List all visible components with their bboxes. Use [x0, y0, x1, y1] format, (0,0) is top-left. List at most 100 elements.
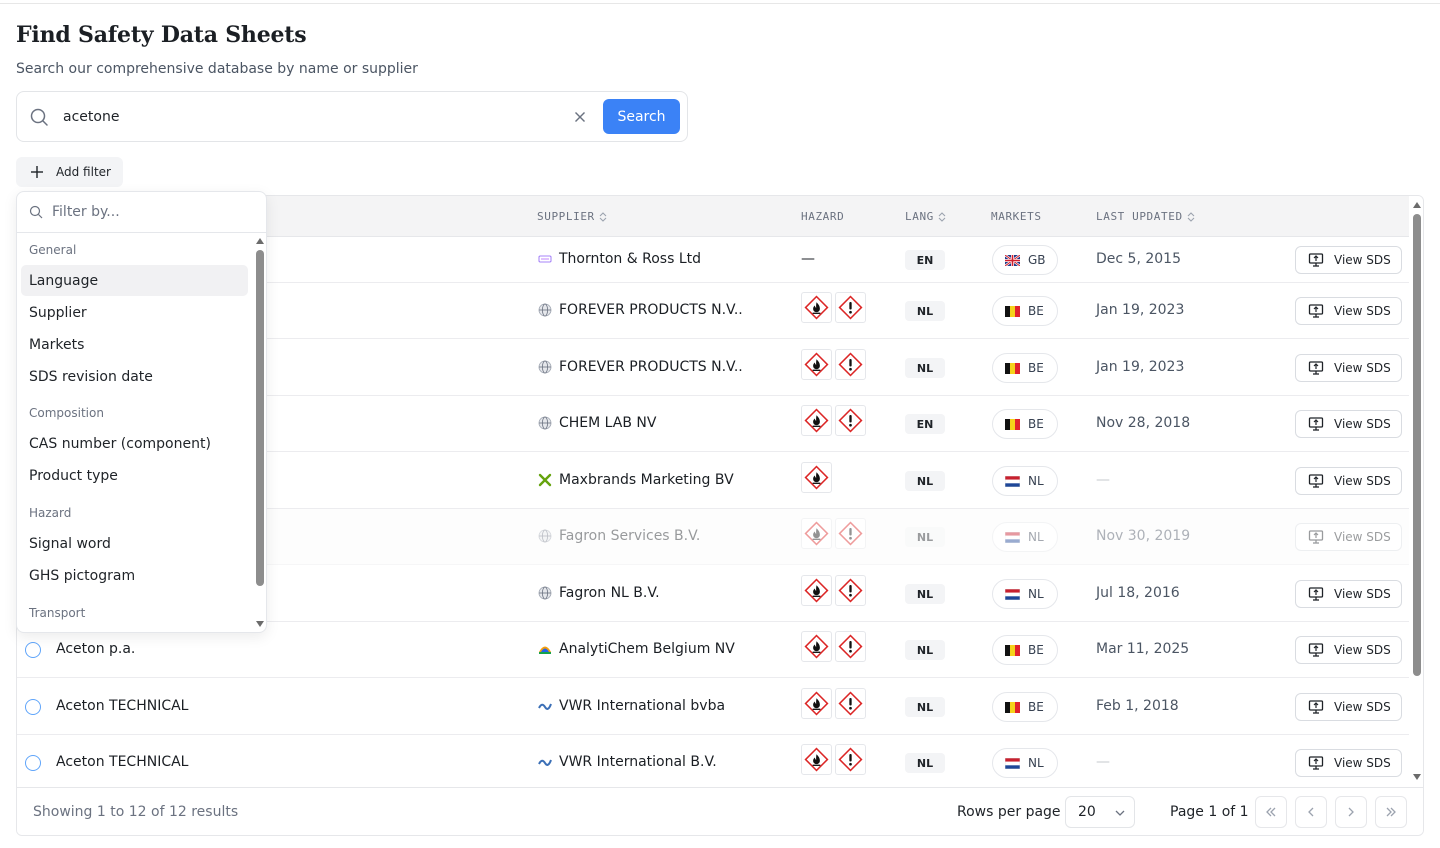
view-sds-button[interactable]: View SDS: [1295, 749, 1402, 777]
globe-logo: [538, 586, 552, 600]
language-badge: NL: [905, 471, 945, 491]
view-sds-button[interactable]: View SDS: [1295, 410, 1402, 438]
scroll-up-icon[interactable]: [1413, 202, 1421, 208]
ghs-exclamation-icon: [835, 575, 866, 606]
supplier-name: Maxbrands Marketing BV: [559, 472, 734, 488]
last-updated-date: Feb 1, 2018: [1096, 698, 1179, 714]
monitor-icon: [1308, 304, 1324, 318]
filter-group-label: Transport: [29, 606, 86, 620]
view-sds-label: View SDS: [1334, 417, 1391, 431]
view-sds-button[interactable]: View SDS: [1295, 580, 1402, 608]
column-header-lang[interactable]: LANG: [905, 210, 946, 223]
ghs-exclamation-icon: [835, 631, 866, 662]
chevron-right-icon: [1348, 807, 1354, 817]
market-badge: BE: [992, 635, 1058, 665]
filter-option-product-type[interactable]: Product type: [21, 460, 248, 491]
product-name[interactable]: Aceton TECHNICAL: [56, 754, 188, 770]
search-bar: Search: [16, 91, 688, 142]
table-footer: Showing 1 to 12 of 12 results Rows per p…: [17, 787, 1423, 835]
view-sds-button[interactable]: View SDS: [1295, 467, 1402, 495]
supplier-cell: AnalytiChem Belgium NV: [538, 641, 735, 657]
search-input[interactable]: [63, 102, 563, 132]
rows-per-page-value: 20: [1078, 804, 1096, 820]
view-sds-button[interactable]: View SDS: [1295, 693, 1402, 721]
filter-scrollbar[interactable]: [255, 236, 265, 630]
hazard-pictograms: [801, 405, 866, 436]
table-scrollbar[interactable]: [1410, 196, 1423, 786]
view-sds-button[interactable]: View SDS: [1295, 354, 1402, 382]
hazard-pictograms: [801, 575, 866, 606]
table-row[interactable]: Aceton TECHNICAL VWR International B.V. NL…: [17, 735, 1409, 791]
clear-icon[interactable]: [571, 108, 589, 126]
monitor-icon: [1308, 417, 1324, 431]
row-checkbox[interactable]: [25, 699, 41, 715]
ghs-flame-icon: [801, 688, 832, 719]
language-badge: NL: [905, 584, 945, 604]
filter-option-cas-number-component[interactable]: CAS number (component): [21, 428, 248, 459]
sort-icon: [1187, 211, 1195, 222]
next-page-button[interactable]: [1335, 796, 1367, 828]
view-sds-button[interactable]: View SDS: [1295, 246, 1402, 274]
sort-icon: [938, 211, 946, 222]
market-code: NL: [1028, 474, 1044, 488]
market-badge: BE: [992, 296, 1058, 326]
chevron-left-icon: [1308, 807, 1314, 817]
language-badge: EN: [905, 250, 945, 270]
view-sds-label: View SDS: [1334, 756, 1391, 770]
page-subtitle: Search our comprehensive database by nam…: [16, 61, 418, 77]
vwr-logo: [538, 755, 552, 769]
ghs-exclamation-icon: [835, 688, 866, 719]
view-sds-button[interactable]: View SDS: [1295, 523, 1402, 551]
plus-icon: [31, 166, 43, 178]
language-badge: NL: [905, 527, 945, 547]
view-sds-button[interactable]: View SDS: [1295, 636, 1402, 664]
search-button[interactable]: Search: [603, 99, 680, 134]
scrollbar-thumb[interactable]: [256, 250, 264, 586]
last-updated-date: —: [1096, 754, 1110, 770]
filter-option-supplier[interactable]: Supplier: [21, 297, 248, 328]
scroll-up-icon[interactable]: [256, 238, 264, 244]
market-badge: NL: [992, 466, 1058, 496]
hazard-pictograms: [801, 518, 866, 549]
view-sds-button[interactable]: View SDS: [1295, 297, 1402, 325]
scroll-down-icon[interactable]: [256, 621, 264, 627]
first-page-button[interactable]: [1255, 796, 1287, 828]
hazard-header-label: HAZARD: [801, 210, 845, 223]
chevrons-right-icon: [1386, 807, 1396, 817]
ghs-flame-icon: [801, 518, 832, 549]
column-header-last-updated[interactable]: LAST UPDATED: [1096, 210, 1195, 223]
filter-option-ghs-pictogram[interactable]: GHS pictogram: [21, 560, 248, 591]
hazard-pictograms: [801, 688, 866, 719]
product-name[interactable]: Aceton TECHNICAL: [56, 698, 188, 714]
add-filter-button[interactable]: Add filter: [16, 157, 123, 187]
last-page-button[interactable]: [1375, 796, 1407, 828]
market-badge: BE: [992, 353, 1058, 383]
ghs-exclamation-icon: [835, 744, 866, 775]
filter-option-language[interactable]: Language: [21, 265, 248, 296]
filter-option-sds-revision-date[interactable]: SDS revision date: [21, 361, 248, 392]
supplier-name: CHEM LAB NV: [559, 415, 657, 431]
markets-header-label: MARKETS: [991, 210, 1042, 223]
monitor-icon: [1308, 253, 1324, 267]
ghs-flame-icon: [801, 292, 832, 323]
market-code: BE: [1028, 361, 1044, 375]
previous-page-button[interactable]: [1295, 796, 1327, 828]
table-row[interactable]: Aceton TECHNICAL VWR International bvba NL…: [17, 678, 1409, 735]
monitor-icon: [1308, 756, 1324, 770]
x-logo: [538, 473, 552, 487]
supplier-name: Fagron Services B.V.: [559, 528, 701, 544]
rows-per-page-select[interactable]: 20: [1065, 796, 1135, 828]
filter-option-markets[interactable]: Markets: [21, 329, 248, 360]
product-name[interactable]: Aceton p.a.: [56, 641, 135, 657]
last-updated-date: Dec 5, 2015: [1096, 251, 1181, 267]
filter-option-signal-word[interactable]: Signal word: [21, 528, 248, 559]
row-checkbox[interactable]: [25, 755, 41, 771]
filter-search-input[interactable]: [52, 200, 252, 224]
scrollbar-thumb[interactable]: [1413, 214, 1421, 676]
scroll-down-icon[interactable]: [1413, 774, 1421, 780]
hazard-pictograms: [801, 744, 866, 775]
market-badge: BE: [992, 692, 1058, 722]
column-header-supplier[interactable]: SUPPLIER: [537, 210, 607, 223]
ghs-exclamation-icon: [835, 405, 866, 436]
row-checkbox[interactable]: [25, 642, 41, 658]
